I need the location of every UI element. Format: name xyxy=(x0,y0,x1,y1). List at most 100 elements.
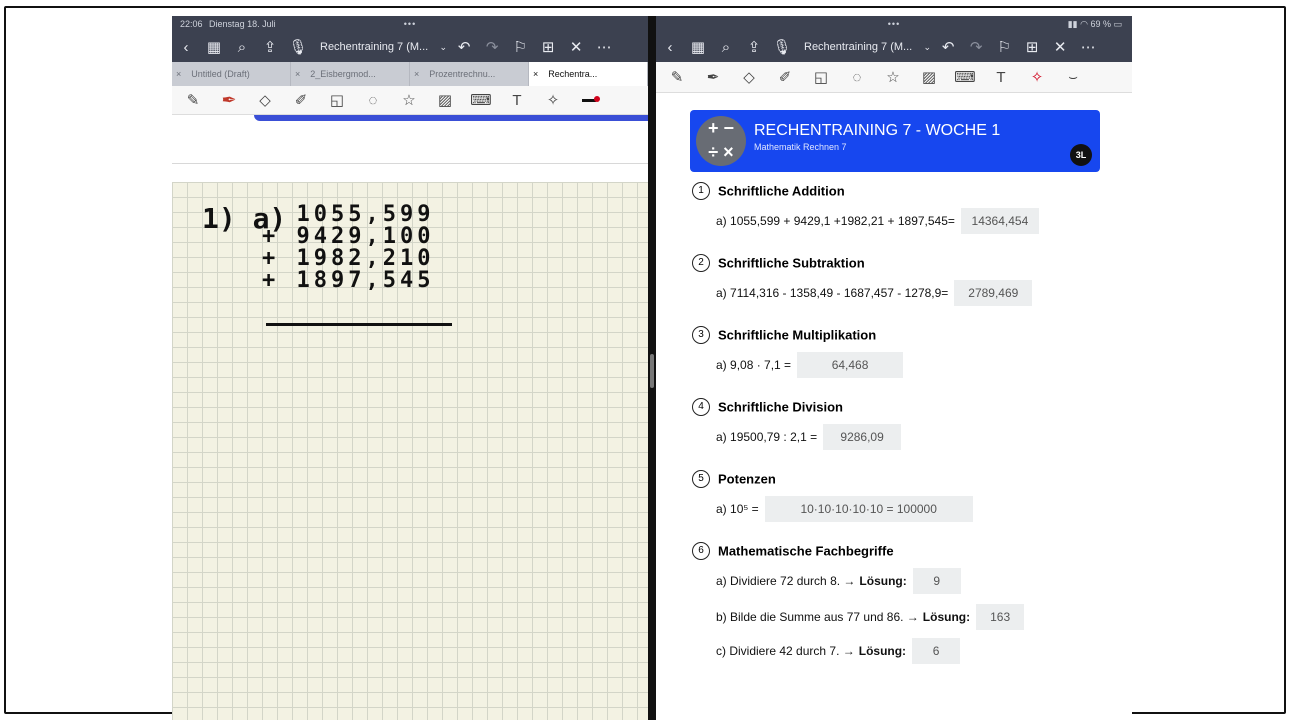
drawing-toolbar: ✎ ✒ ◇ ✐ ◱ ◌ ☆ ▨ ⌨ T ✧ ⌣ xyxy=(656,62,1132,93)
tab-label: Prozentrechnu... xyxy=(429,69,496,79)
undo-icon[interactable]: ↶ xyxy=(936,38,960,56)
close-icon[interactable]: ✕ xyxy=(564,38,588,56)
handwritten-line-4: + 1897,545 xyxy=(262,268,435,293)
more-icon[interactable]: ⋯ xyxy=(592,38,616,56)
mic-icon[interactable]: 🎙︎ xyxy=(286,38,310,56)
task-row: b) Bilde die Summe aus 77 und 86. → Lösu… xyxy=(716,604,1025,630)
answer-field[interactable]: 10·10·10·10·10 = 100000 xyxy=(764,496,973,522)
read-mode-icon[interactable]: ✎ xyxy=(664,66,690,88)
shapes-icon[interactable]: ◱ xyxy=(324,89,350,111)
bookmark-icon[interactable]: ⚐ xyxy=(992,38,1016,56)
keyboard-icon[interactable]: ⌨ xyxy=(952,66,978,88)
document-title[interactable]: Rechentraining 7 (M... xyxy=(320,41,428,53)
task-text: 9,08 · 7,1 = xyxy=(730,358,792,372)
bookmark-icon[interactable]: ⚐ xyxy=(508,38,532,56)
tab-close-icon[interactable]: × xyxy=(176,69,181,79)
tab-untitled[interactable]: × Untitled (Draft) xyxy=(172,62,291,86)
highlighter-icon[interactable]: ✐ xyxy=(772,66,798,88)
tab-close-icon[interactable]: × xyxy=(295,69,300,79)
text-icon[interactable]: T xyxy=(988,66,1014,88)
section-title: Potenzen xyxy=(718,471,776,487)
eraser-icon[interactable]: ◇ xyxy=(736,66,762,88)
close-icon[interactable]: ✕ xyxy=(1048,38,1072,56)
tab-label: 2_Eisbergmod... xyxy=(310,69,376,79)
grid-icon[interactable]: ▦ xyxy=(202,38,226,56)
tab-eisbergmodell[interactable]: × 2_Eisbergmod... xyxy=(291,62,410,86)
section-number: 3 xyxy=(692,326,710,344)
chevron-down-icon[interactable]: ⌄ xyxy=(438,42,448,53)
add-page-icon[interactable]: ⊞ xyxy=(1020,38,1044,56)
eraser-icon[interactable]: ◇ xyxy=(252,89,278,111)
task-label: c) xyxy=(716,644,726,658)
section-number: 5 xyxy=(692,470,710,488)
redo-icon[interactable]: ↷ xyxy=(964,38,988,56)
nav-bar: ‹ ▦ ⌕ ⇪ 🎙︎ Rechentraining 7 (M... ⌄ ↶ ↷ … xyxy=(656,32,1132,62)
lasso-icon[interactable]: ◌ xyxy=(844,66,870,88)
document-title[interactable]: Rechentraining 7 (M... xyxy=(804,41,912,53)
answer-field[interactable]: 64,468 xyxy=(797,352,904,378)
tab-close-icon[interactable]: × xyxy=(533,69,538,79)
task-label: a) xyxy=(716,430,727,444)
search-icon[interactable]: ⌕ xyxy=(714,39,738,56)
right-pane: ••• ▮▮ ◠ 69 % ▭ ‹ ▦ ⌕ ⇪ 🎙︎ Rechentrainin… xyxy=(656,16,1132,720)
section-number: 2 xyxy=(692,254,710,272)
multitask-dots[interactable]: ••• xyxy=(888,16,900,32)
solution-label: Lösung: xyxy=(859,574,907,588)
redo-icon[interactable]: ↷ xyxy=(480,38,504,56)
back-icon[interactable]: ‹ xyxy=(174,39,198,56)
laser-icon[interactable]: ✧ xyxy=(1024,66,1050,88)
task-text: Dividiere 42 durch 7. → xyxy=(729,644,855,658)
section-addition: 1 Schriftliche Addition xyxy=(692,182,845,200)
highlighter-icon[interactable]: ✐ xyxy=(288,89,314,111)
back-icon[interactable]: ‹ xyxy=(658,39,682,56)
task-row: a) 9,08 · 7,1 = 64,468 xyxy=(716,352,904,378)
answer-field[interactable]: 2789,469 xyxy=(954,280,1033,306)
task-text: Dividiere 72 durch 8. → xyxy=(730,574,856,588)
divider-handle[interactable] xyxy=(650,354,654,388)
color-icon[interactable] xyxy=(576,89,602,111)
drawing-toolbar: ✎ ✒ ◇ ✐ ◱ ◌ ☆ ▨ ⌨ T ✧ xyxy=(172,86,648,115)
undo-icon[interactable]: ↶ xyxy=(452,38,476,56)
shapes-icon[interactable]: ◱ xyxy=(808,66,834,88)
tab-label: Untitled (Draft) xyxy=(191,69,250,79)
tab-prozentrechnung[interactable]: × Prozentrechnu... xyxy=(410,62,529,86)
pen-icon[interactable]: ✒ xyxy=(700,66,726,88)
laser-icon[interactable]: ✧ xyxy=(540,89,566,111)
split-view-divider[interactable] xyxy=(648,16,656,720)
status-date: Dienstag 18. Juli xyxy=(209,19,276,29)
task-text: 19500,79 : 2,1 = xyxy=(730,430,818,444)
search-icon[interactable]: ⌕ xyxy=(230,39,254,56)
tab-close-icon[interactable]: × xyxy=(414,69,419,79)
image-icon[interactable]: ▨ xyxy=(916,66,942,88)
mic-icon[interactable]: 🎙︎ xyxy=(770,38,794,56)
keyboard-icon[interactable]: ⌨ xyxy=(468,89,494,111)
stroke-icon[interactable]: ⌣ xyxy=(1060,66,1086,88)
answer-field[interactable]: 9 xyxy=(912,568,961,594)
section-subtraction: 2 Schriftliche Subtraktion xyxy=(692,254,865,272)
share-icon[interactable]: ⇪ xyxy=(258,38,282,56)
pen-icon[interactable]: ✒ xyxy=(216,89,242,111)
more-icon[interactable]: ⋯ xyxy=(1076,38,1100,56)
multitask-dots[interactable]: ••• xyxy=(404,16,416,32)
task-label: b) xyxy=(716,610,727,624)
status-bar: ••• ▮▮ ◠ 69 % ▭ xyxy=(656,16,1132,32)
task-row: a) Dividiere 72 durch 8. → Lösung: 9 xyxy=(716,568,961,594)
worksheet-title: RECHENTRAINING 7 - WOCHE 1 xyxy=(754,122,1001,139)
read-mode-icon[interactable]: ✎ xyxy=(180,89,206,111)
share-icon[interactable]: ⇪ xyxy=(742,38,766,56)
sticker-icon[interactable]: ☆ xyxy=(396,89,422,111)
answer-field[interactable]: 9286,09 xyxy=(823,424,902,450)
level-badge: 3L xyxy=(1070,144,1092,166)
add-page-icon[interactable]: ⊞ xyxy=(536,38,560,56)
chevron-down-icon[interactable]: ⌄ xyxy=(922,42,932,53)
task-row: c) Dividiere 42 durch 7. → Lösung: 6 xyxy=(716,638,961,664)
answer-field[interactable]: 14364,454 xyxy=(960,208,1039,234)
answer-field[interactable]: 163 xyxy=(976,604,1025,630)
image-icon[interactable]: ▨ xyxy=(432,89,458,111)
tab-rechentraining[interactable]: × Rechentra... xyxy=(529,62,648,86)
grid-icon[interactable]: ▦ xyxy=(686,38,710,56)
sticker-icon[interactable]: ☆ xyxy=(880,66,906,88)
answer-field[interactable]: 6 xyxy=(912,638,961,664)
text-icon[interactable]: T xyxy=(504,89,530,111)
lasso-icon[interactable]: ◌ xyxy=(360,89,386,111)
